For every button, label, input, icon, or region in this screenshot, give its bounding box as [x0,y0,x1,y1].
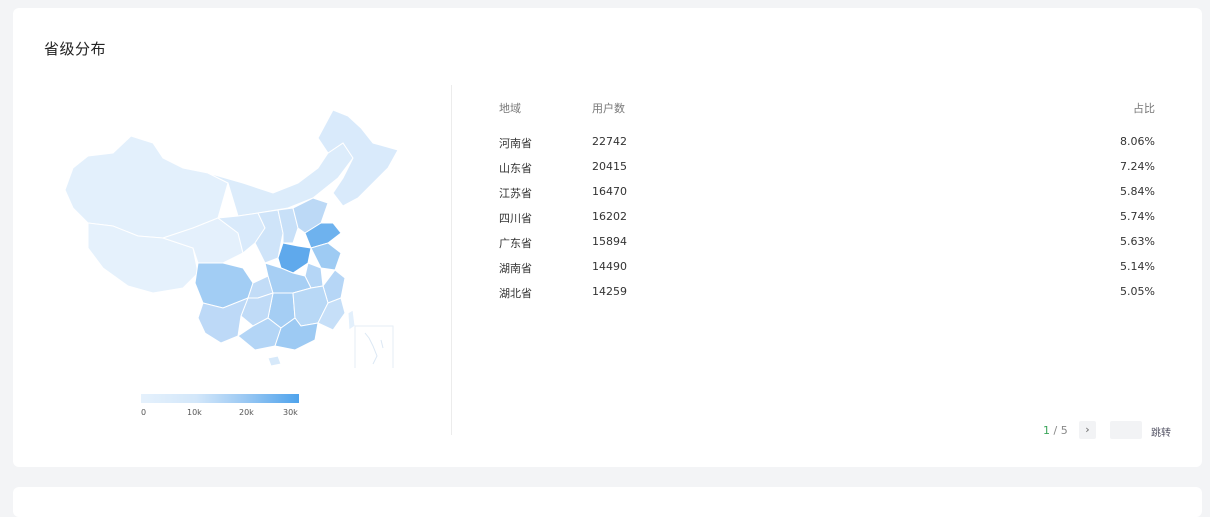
section-title: 省级分布 [44,40,107,58]
table-row: 广东省 15894 5.63% [499,235,1155,260]
page-separator: / [1053,424,1058,437]
cell-region: 湖北省 [499,287,532,300]
current-page: 1 [1043,424,1050,437]
cell-ratio: 5.63% [1120,235,1155,248]
cell-ratio: 7.24% [1120,160,1155,173]
legend-labels: 0 10k 20k 30k [141,408,301,422]
table-header: 地域 用户数 占比 [499,100,1155,135]
legend-label: 10k [187,408,202,417]
province-table: 地域 用户数 占比 河南省 22742 8.06% 山东省 20415 7.24… [499,100,1155,310]
table-row: 河南省 22742 8.06% [499,135,1155,160]
cell-ratio: 5.05% [1120,285,1155,298]
next-section-card [13,487,1202,517]
region-hainan[interactable] [267,355,282,367]
cell-users: 16202 [592,210,627,223]
province-distribution-card: 省级分布 0 10k 20k 30k 地域 用户数 占比 河南省 22742 8… [13,8,1202,467]
china-choropleth-map[interactable] [43,98,403,373]
vertical-divider [451,85,452,435]
table-row: 四川省 16202 5.74% [499,210,1155,235]
legend-label: 0 [141,408,147,417]
cell-region: 四川省 [499,212,532,225]
south-sea-islands [364,332,384,365]
jump-page-input[interactable] [1110,421,1142,439]
cell-ratio: 8.06% [1120,135,1155,148]
cell-users: 16470 [592,185,627,198]
chevron-right-icon: › [1085,423,1090,436]
table-row: 江苏省 16470 5.84% [499,185,1155,210]
color-legend: 0 10k 20k 30k [141,394,301,428]
legend-gradient-bar [141,394,299,403]
cell-users: 15894 [592,235,627,248]
cell-ratio: 5.14% [1120,260,1155,273]
cell-region: 广东省 [499,237,532,250]
cell-region: 河南省 [499,137,532,150]
next-page-button[interactable]: › [1079,421,1096,439]
header-region[interactable]: 地域 [499,100,521,116]
header-users[interactable]: 用户数 [592,100,625,116]
region-inner-mongolia[interactable] [207,142,354,217]
cell-users: 14259 [592,285,627,298]
cell-users: 22742 [592,135,627,148]
page-indicator: 1 / 5 [1043,424,1068,437]
legend-label: 30k [283,408,298,417]
table-row: 山东省 20415 7.24% [499,160,1155,185]
map-svg [64,109,399,373]
region-taiwan[interactable] [347,309,356,331]
legend-label: 20k [239,408,254,417]
jump-button[interactable]: 跳转 [1151,424,1171,439]
table-row: 湖北省 14259 5.05% [499,285,1155,310]
cell-users: 14490 [592,260,627,273]
cell-ratio: 5.74% [1120,210,1155,223]
region-guangxi[interactable] [237,317,282,351]
cell-ratio: 5.84% [1120,185,1155,198]
table-row: 湖南省 14490 5.14% [499,260,1155,285]
total-pages: 5 [1060,424,1068,437]
header-ratio[interactable]: 占比 [1133,100,1155,116]
cell-region: 江苏省 [499,187,532,200]
cell-region: 湖南省 [499,262,532,275]
cell-region: 山东省 [499,162,532,175]
cell-users: 20415 [592,160,627,173]
